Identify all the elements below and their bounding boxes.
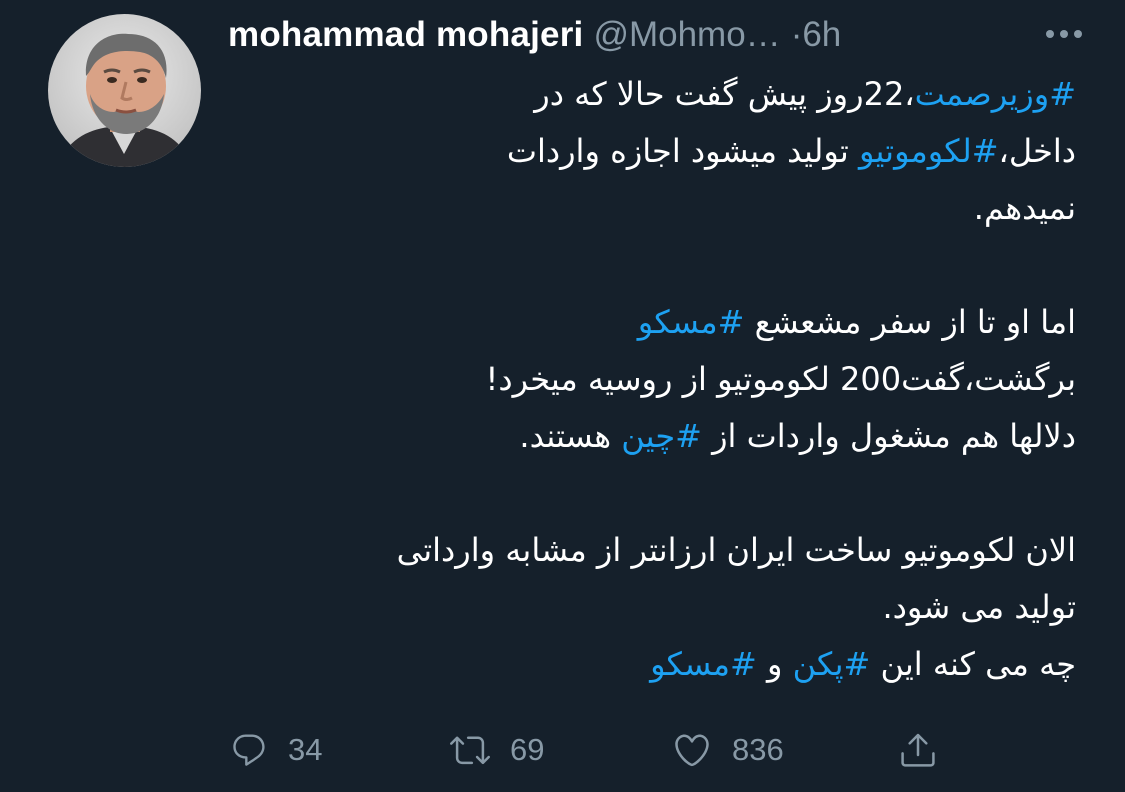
hashtag-link[interactable]: #وزیرصمت — [915, 75, 1076, 113]
tweet-text-segment: تولید میشود اجازه واردات — [506, 132, 859, 170]
tweet-line: نمیدهم. — [220, 180, 1076, 237]
tweet-text-segment: دلالها هم مشغول واردات از — [701, 417, 1076, 455]
tweet-text-segment: و — [756, 645, 793, 683]
retweet-button[interactable]: 69 — [450, 720, 544, 780]
hashtag-link[interactable]: #مسکو — [638, 303, 745, 341]
reply-count: 34 — [288, 732, 323, 767]
tweet-line: دلالها هم مشغول واردات از #چین هستند. — [220, 408, 1076, 465]
tweet-line: داخل،#لکوموتیو تولید میشود اجازه واردات — [220, 123, 1076, 180]
share-icon — [901, 733, 935, 767]
tweet-time[interactable]: 6h — [802, 15, 841, 54]
tweet-text-segment: اما او تا از سفر مشعشع — [744, 303, 1076, 341]
author-handle[interactable]: @Mohmo… — [593, 15, 780, 54]
tweet-line: چه می کنه این #پکن و #مسکو — [220, 636, 1076, 693]
tweet-actions: 34 69 836 — [226, 720, 966, 780]
tweet-text-segment: الان لکوموتیو ساخت ایران ارزانتر از مشاب… — [396, 531, 1076, 569]
tweet-text-segment: ،22روز پیش گفت حالا که در — [534, 75, 915, 113]
tweet-line: #وزیرصمت،22روز پیش گفت حالا که در — [220, 66, 1076, 123]
tweet-text-segment: تولید می شود. — [882, 588, 1076, 626]
hashtag-link[interactable]: #لکوموتیو — [859, 132, 999, 170]
tweet-text-segment: چه می کنه این — [870, 645, 1076, 683]
like-button[interactable]: 836 — [672, 720, 784, 780]
separator-dot: · — [790, 15, 803, 54]
reply-button[interactable]: 34 — [230, 720, 322, 780]
tweet-text-segment: هستند. — [519, 417, 622, 455]
reply-icon — [233, 734, 265, 766]
tweet-text: #وزیرصمت،22روز پیش گفت حالا که در داخل،#ل… — [220, 66, 1076, 693]
tweet-text-segment: نمیدهم. — [973, 189, 1076, 227]
tweet-text-segment: داخل، — [998, 132, 1076, 170]
more-horizontal-icon — [1046, 30, 1082, 38]
tweet-text-segment: برگشت،گفت200 لکوموتیو از روسیه میخرد! — [485, 360, 1076, 398]
retweet-icon — [450, 736, 490, 765]
avatar[interactable] — [48, 14, 201, 167]
user-avatar-photo — [48, 14, 201, 167]
tweet-line: اما او تا از سفر مشعشع #مسکو — [220, 294, 1076, 351]
hashtag-link[interactable]: #مسکو — [650, 645, 757, 683]
hashtag-link[interactable]: #پکن — [793, 645, 871, 683]
share-button[interactable] — [898, 720, 938, 780]
author-name[interactable]: mohammad mohajeri — [228, 15, 583, 54]
retweet-count: 69 — [510, 732, 545, 767]
tweet-line: تولید می شود. — [220, 579, 1076, 636]
tweet-line: برگشت،گفت200 لکوموتیو از روسیه میخرد! — [220, 351, 1076, 408]
tweet-line: الان لکوموتیو ساخت ایران ارزانتر از مشاب… — [220, 522, 1076, 579]
heart-icon — [675, 734, 709, 767]
hashtag-link[interactable]: #چین — [621, 417, 702, 455]
tweet-header: mohammad mohajeri @Mohmo… ·6h — [228, 12, 1088, 62]
more-button[interactable] — [1040, 14, 1088, 54]
like-count: 836 — [732, 732, 784, 767]
